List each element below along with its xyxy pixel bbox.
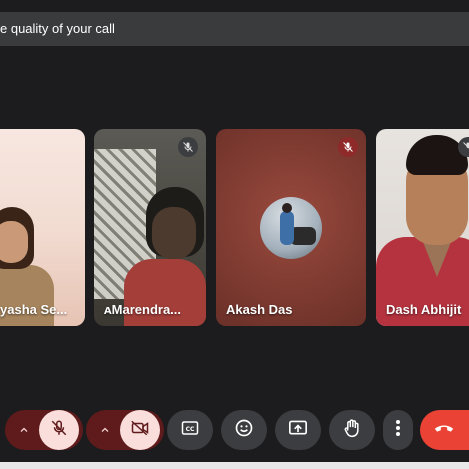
mic-toggle-button[interactable] [39,410,79,450]
present-screen-button[interactable] [275,410,321,450]
reactions-button[interactable] [221,410,267,450]
mic-off-icon [338,137,358,157]
mic-off-icon [178,137,198,157]
end-call-button[interactable] [420,410,469,450]
meeting-stage: e quality of your call yasha Se... ᴀMare… [0,0,469,469]
bottom-strip [0,462,469,469]
participant-tile[interactable]: Dash Abhijit [376,129,469,326]
participant-name: ᴀMarendra... [104,302,182,317]
camera-toggle-button[interactable] [120,410,160,450]
raise-hand-button[interactable] [329,410,375,450]
mic-options-chevron-icon[interactable] [5,410,43,450]
participant-tile[interactable]: ᴀMarendra... [94,129,206,326]
captions-button[interactable]: CC [167,410,213,450]
participant-name: Dash Abhijit [386,302,462,317]
call-quality-banner-text: e quality of your call [0,21,115,36]
participant-tile[interactable]: Akash Das [216,129,366,326]
svg-text:CC: CC [186,426,195,433]
camera-options-chevron-icon[interactable] [86,410,124,450]
avatar [260,197,322,259]
participant-tile[interactable]: yasha Se... [0,129,85,326]
more-options-button[interactable] [383,410,413,450]
participant-name: yasha Se... [0,302,68,317]
more-options-icon [395,419,401,442]
emoji-reactions-icon [234,418,254,443]
raise-hand-icon [342,418,362,443]
call-controls-bar: CC [0,406,469,454]
mic-off-icon [50,419,68,442]
camera-off-icon [130,419,150,442]
end-call-icon [433,421,455,439]
closed-captions-icon: CC [181,420,199,441]
participant-name: Akash Das [226,302,293,317]
present-screen-icon [288,419,308,442]
